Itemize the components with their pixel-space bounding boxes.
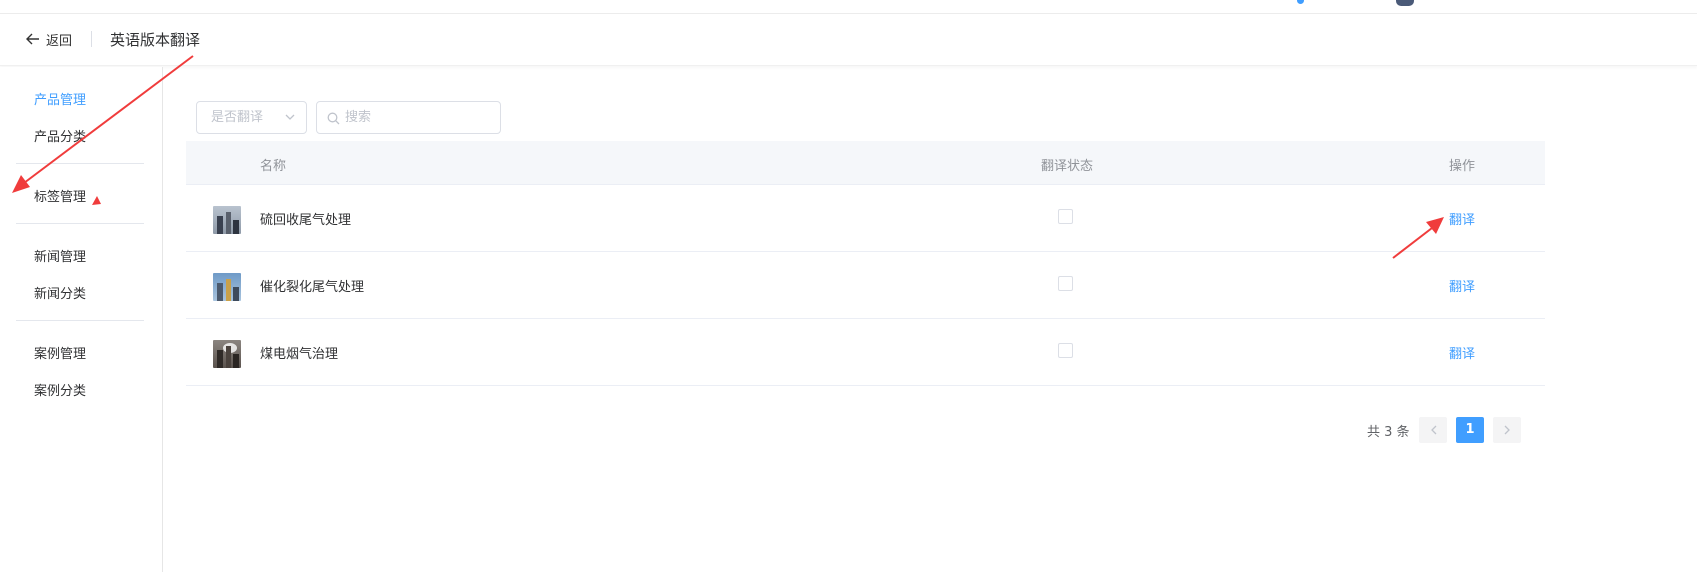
- sidebar-item-product-management[interactable]: 产品管理: [34, 89, 86, 108]
- search-icon: [327, 112, 340, 125]
- column-header-name: 名称: [260, 159, 287, 174]
- chevron-right-icon: [1504, 425, 1510, 435]
- table-row: 煤电烟气治理 翻译: [186, 319, 1545, 386]
- prev-page-button[interactable]: [1419, 417, 1447, 443]
- translate-link[interactable]: 翻译: [1449, 343, 1475, 362]
- sidebar-divider: [16, 163, 144, 164]
- table-row: 硫回收尾气处理 翻译: [186, 185, 1545, 252]
- header-divider: [91, 31, 92, 47]
- back-label: 返回: [46, 33, 73, 49]
- back-button[interactable]: 返回: [26, 29, 72, 49]
- sidebar-item-case-management[interactable]: 案例管理: [34, 343, 86, 362]
- next-page-button[interactable]: [1493, 417, 1521, 443]
- search-input[interactable]: [345, 102, 495, 133]
- translate-link[interactable]: 翻译: [1449, 276, 1475, 295]
- sidebar: 产品管理 产品分类 标签管理 新闻管理 新闻分类 案例管理 案例分类: [0, 67, 163, 572]
- pagination-total: 共 3 条: [1367, 425, 1410, 440]
- translated-filter-placeholder: 是否翻译: [211, 110, 264, 125]
- translated-checkbox[interactable]: [1058, 276, 1073, 291]
- product-name: 硫回收尾气处理: [260, 213, 352, 228]
- sidebar-divider: [16, 223, 144, 224]
- product-thumbnail: [213, 340, 241, 368]
- column-header-action: 操作: [1449, 159, 1476, 174]
- page-header: 返回 英语版本翻译: [0, 14, 1697, 66]
- page-title: 英语版本翻译: [110, 31, 201, 49]
- arrow-left-icon: [26, 33, 39, 45]
- sidebar-item-news-category[interactable]: 新闻分类: [34, 283, 86, 302]
- top-bar: [0, 0, 1697, 14]
- translation-table: 名称 翻译状态 操作 硫回收尾气处理 翻译 催化裂化尾气处理 翻译 煤电烟气治理…: [186, 141, 1545, 386]
- translated-checkbox[interactable]: [1058, 343, 1073, 358]
- search-box: [316, 101, 501, 134]
- product-name: 催化裂化尾气处理: [260, 280, 365, 295]
- chevron-down-icon: [285, 114, 295, 120]
- sidebar-item-tag-management[interactable]: 标签管理: [34, 186, 86, 205]
- page-number-button[interactable]: 1: [1456, 417, 1484, 443]
- top-bar-icon[interactable]: [1297, 0, 1304, 4]
- table-header: 名称 翻译状态 操作: [186, 141, 1545, 185]
- product-thumbnail: [213, 273, 241, 301]
- sidebar-item-product-category[interactable]: 产品分类: [34, 126, 86, 145]
- product-thumbnail: [213, 206, 241, 234]
- sidebar-item-news-management[interactable]: 新闻管理: [34, 246, 86, 265]
- avatar[interactable]: [1396, 0, 1414, 6]
- translated-checkbox[interactable]: [1058, 209, 1073, 224]
- chevron-left-icon: [1430, 425, 1436, 435]
- sidebar-item-case-category[interactable]: 案例分类: [34, 380, 86, 399]
- translate-link[interactable]: 翻译: [1449, 209, 1475, 228]
- sidebar-divider: [16, 320, 144, 321]
- product-name: 煤电烟气治理: [260, 347, 339, 362]
- table-row: 催化裂化尾气处理 翻译: [186, 252, 1545, 319]
- column-header-status: 翻译状态: [1041, 159, 1094, 174]
- translated-filter-select[interactable]: 是否翻译: [196, 101, 307, 134]
